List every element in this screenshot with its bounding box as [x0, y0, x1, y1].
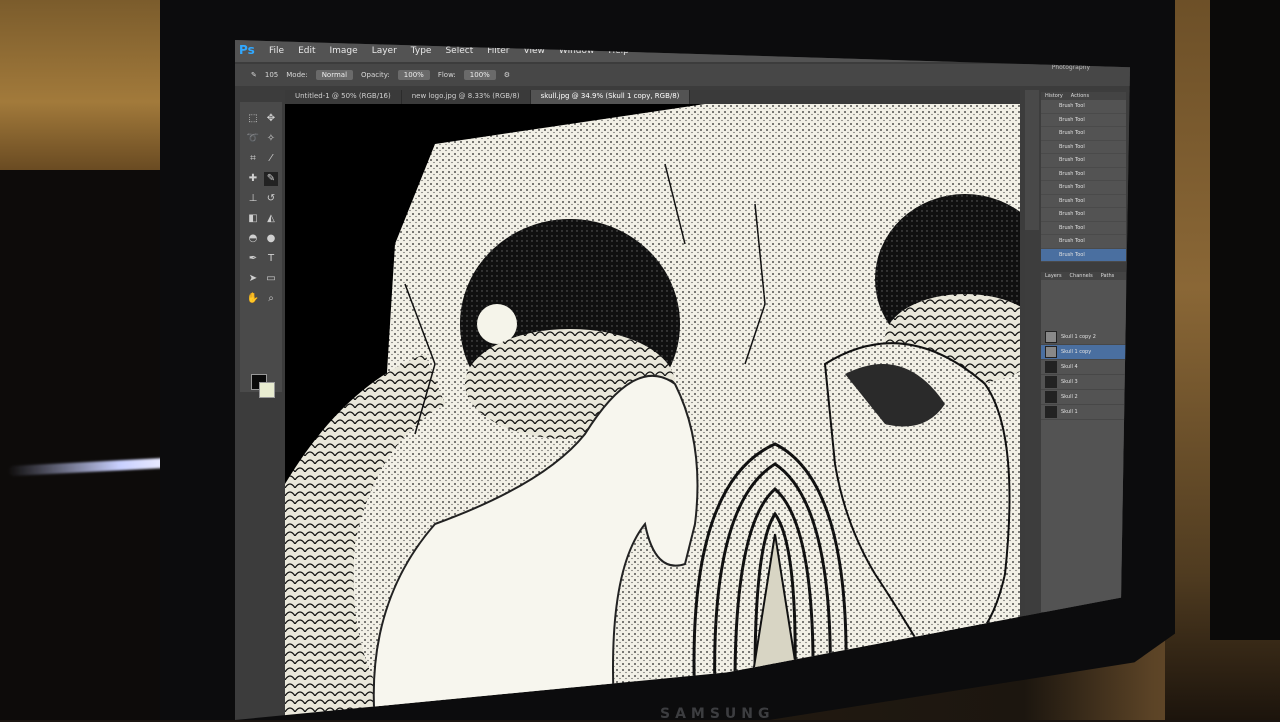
path-select-icon[interactable]: ➤: [246, 272, 260, 286]
right-speaker: [1210, 0, 1280, 640]
history-item[interactable]: Brush Tool: [1041, 181, 1126, 195]
tab-untitled[interactable]: Untitled-1 @ 50% (RGB/16): [285, 90, 402, 104]
layers-panel-tabs: Layers Channels Paths: [1041, 272, 1126, 280]
crop-tool-icon[interactable]: ⌗: [246, 152, 260, 166]
photoshop-logo-icon: Ps: [239, 43, 255, 57]
skull-artwork: [285, 104, 1020, 720]
mode-select[interactable]: Normal: [315, 70, 354, 80]
clone-stamp-icon[interactable]: ⊥: [246, 192, 260, 206]
tab-new-logo[interactable]: new logo.jpg @ 8.33% (RGB/8): [402, 90, 531, 104]
dodge-tool-icon[interactable]: ●: [264, 232, 278, 246]
right-panels: History Actions Brush Tool Brush Tool Br…: [1025, 90, 1130, 650]
pen-tool-icon[interactable]: ✒: [246, 252, 260, 266]
quick-select-icon[interactable]: ✧: [264, 132, 278, 146]
layer-thumbnail: [1045, 391, 1057, 403]
layer-row[interactable]: Skull 4: [1041, 360, 1126, 375]
layer-row[interactable]: Skull 2: [1041, 390, 1126, 405]
zoom-tool-icon[interactable]: ⌕: [264, 292, 278, 306]
mode-label: Mode:: [286, 71, 308, 79]
layer-controls[interactable]: [1041, 280, 1126, 330]
layer-name: Skull 1 copy 2: [1061, 334, 1096, 340]
brush-size[interactable]: 105: [265, 71, 278, 79]
layer-row[interactable]: Skull 1 copy 2: [1041, 330, 1126, 345]
tab-actions[interactable]: Actions: [1067, 92, 1093, 100]
layer-thumbnail: [1045, 361, 1057, 373]
layer-name: Skull 1 copy: [1061, 349, 1092, 355]
history-item[interactable]: Brush Tool: [1041, 168, 1126, 181]
layer-row[interactable]: Skull 3: [1041, 375, 1126, 390]
hand-tool-icon[interactable]: ✋: [246, 292, 260, 306]
eyedropper-icon[interactable]: ⁄: [264, 152, 278, 166]
history-item[interactable]: Brush Tool: [1041, 195, 1126, 208]
marquee-tool-icon[interactable]: ⬚: [246, 112, 260, 126]
photoshop-window: Ps File Edit Image Layer Type Select Fil…: [235, 40, 1130, 720]
document-tabs: Untitled-1 @ 50% (RGB/16) new logo.jpg @…: [285, 90, 1020, 104]
history-item[interactable]: Brush Tool: [1041, 154, 1126, 168]
rectangle-tool-icon[interactable]: ▭: [264, 272, 278, 286]
brush-tool-icon[interactable]: ✎: [251, 71, 257, 79]
layer-thumbnail: [1045, 376, 1057, 388]
tab-paths[interactable]: Paths: [1097, 272, 1119, 280]
layer-thumbnail: [1045, 331, 1057, 343]
tab-channels[interactable]: Channels: [1066, 272, 1097, 280]
background-color[interactable]: [259, 382, 275, 398]
history-item[interactable]: Brush Tool: [1041, 114, 1126, 127]
tab-skull[interactable]: skull.jpg @ 34.9% (Skull 1 copy, RGB/8): [530, 90, 691, 104]
history-item[interactable]: Brush Tool: [1041, 222, 1126, 235]
history-panel-tabs: History Actions: [1041, 92, 1126, 100]
layer-thumbnail: [1045, 346, 1057, 358]
eraser-icon[interactable]: ◧: [246, 212, 260, 226]
layer-name: Skull 1: [1061, 409, 1078, 415]
tools-panel: ⬚ ✥ ➰ ✧ ⌗ ⁄ ✚ ✎ ⊥ ↺ ◧ ◭ ◓ ● ✒ T ➤ ▭ ✋ ⌕: [240, 102, 282, 398]
layer-row-selected[interactable]: Skull 1 copy: [1041, 345, 1126, 360]
wooden-wall: [0, 0, 160, 170]
layer-row[interactable]: Skull 1: [1041, 405, 1126, 420]
healing-brush-icon[interactable]: ✚: [246, 172, 260, 186]
history-item[interactable]: Brush Tool: [1041, 235, 1126, 249]
layers-panel: Layers Channels Paths Skull 1 copy 2 Sku…: [1041, 272, 1126, 612]
history-item[interactable]: Brush Tool: [1041, 127, 1126, 141]
menu-edit[interactable]: Edit: [298, 46, 315, 56]
tab-history[interactable]: History: [1041, 92, 1067, 100]
collapsed-panel-icons[interactable]: [1025, 90, 1039, 230]
menu-type[interactable]: Type: [411, 46, 432, 56]
history-panel: History Actions Brush Tool Brush Tool Br…: [1041, 92, 1126, 262]
menu-file[interactable]: File: [269, 46, 284, 56]
options-bar: ✎ 105 Mode: Normal Opacity: 100% Flow: 1…: [235, 64, 1130, 86]
type-tool-icon[interactable]: T: [264, 252, 278, 266]
layer-name: Skull 4: [1061, 364, 1078, 370]
history-brush-icon[interactable]: ↺: [264, 192, 278, 206]
menu-layer[interactable]: Layer: [372, 46, 397, 56]
menu-image[interactable]: Image: [330, 46, 358, 56]
flow-label: Flow:: [437, 71, 456, 79]
history-item[interactable]: Brush Tool: [1041, 141, 1126, 154]
moon: [477, 304, 517, 344]
menu-select[interactable]: Select: [445, 46, 473, 56]
paint-bucket-icon[interactable]: ◭: [264, 212, 278, 226]
layer-name: Skull 2: [1061, 394, 1078, 400]
airbrush-icon[interactable]: ⚙: [504, 71, 510, 79]
flow-field[interactable]: 100%: [463, 70, 496, 80]
layer-thumbnail: [1045, 406, 1057, 418]
history-item-current[interactable]: Brush Tool: [1041, 248, 1126, 262]
history-item[interactable]: Brush Tool: [1041, 208, 1126, 222]
lasso-tool-icon[interactable]: ➰: [246, 132, 260, 146]
opacity-label: Opacity:: [361, 71, 390, 79]
blur-tool-icon[interactable]: ◓: [246, 232, 260, 246]
tab-layers[interactable]: Layers: [1041, 272, 1066, 280]
brush-tool-icon[interactable]: ✎: [264, 172, 278, 186]
left-desk-shadow: [0, 170, 170, 720]
history-item[interactable]: Brush Tool: [1041, 100, 1126, 114]
move-tool-icon[interactable]: ✥: [264, 112, 278, 126]
opacity-field[interactable]: 100%: [397, 70, 430, 80]
document-canvas[interactable]: [285, 104, 1020, 720]
layer-name: Skull 3: [1061, 379, 1078, 385]
